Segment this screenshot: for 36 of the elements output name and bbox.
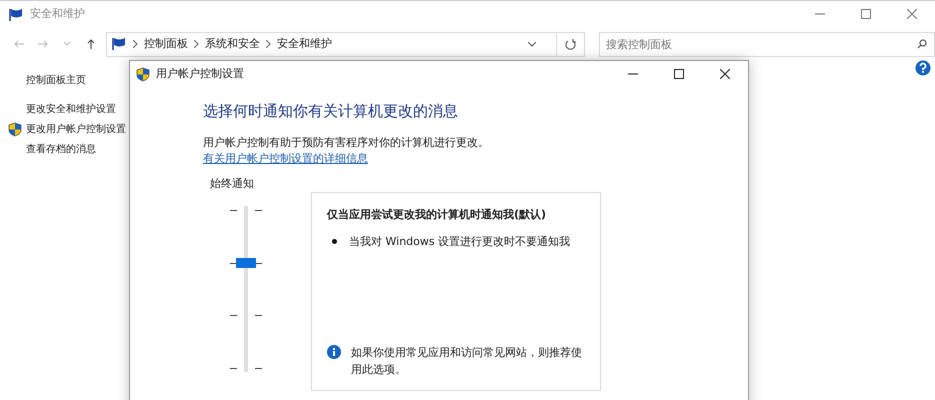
note-text: 如果你使用常见应用和访问常见网站，则推荐使用此选项。 [351, 345, 583, 378]
refresh-icon [565, 39, 576, 50]
breadcrumb-item[interactable]: 控制面板 [144, 36, 188, 52]
window-title: 安全和维护 [30, 6, 85, 22]
shield-icon [136, 66, 150, 82]
flag-icon [8, 8, 24, 22]
slider-top-label: 始终通知 [210, 176, 255, 192]
flag-icon [111, 37, 127, 51]
dialog-title: 用户帐户控制设置 [156, 66, 244, 82]
maximize-icon [861, 9, 871, 20]
search-icon[interactable] [917, 38, 927, 48]
breadcrumb-item[interactable]: 安全和维护 [277, 36, 332, 52]
slider-thumb[interactable] [236, 258, 256, 268]
bullet-text: 当我对 Windows 设置进行更改时不要通知我 [349, 234, 570, 250]
chevron-icon [194, 40, 199, 48]
bullet-icon [332, 239, 337, 244]
sidebar-link[interactable]: 更改用户帐户控制设置 [8, 119, 126, 139]
breadcrumb-item[interactable]: 系统和安全 [205, 36, 260, 52]
help-icon[interactable] [915, 60, 931, 77]
dropdown-icon [528, 42, 536, 46]
maximize-icon [674, 68, 684, 79]
panel-title: 仅当应用尝试更改我的计算机时通知我(默认) [327, 207, 548, 223]
sidebar-link[interactable]: 控制面板主页 [8, 70, 86, 90]
sidebar-link[interactable]: 查看存档的消息 [8, 139, 96, 159]
chevron-icon [133, 40, 138, 48]
sidebar-link[interactable]: 更改安全和维护设置 [8, 99, 116, 119]
info-icon [327, 345, 341, 359]
search-field[interactable]: 搜索控制面板 [599, 32, 935, 56]
dialog-heading: 选择何时通知你有关计算机更改的消息 [203, 101, 459, 122]
details-link[interactable]: 有关用户帐户控制设置的详细信息 [203, 151, 368, 168]
description-text: 用户帐户控制有助于预防有害程序对你的计算机进行更改。 [203, 134, 490, 150]
address-bar[interactable]: 控制面板 系统和安全 安全和维护 [106, 32, 585, 56]
close-icon [720, 68, 730, 79]
chevron-icon [266, 40, 271, 48]
close-icon [907, 9, 917, 20]
arrow-up-icon [86, 39, 96, 50]
